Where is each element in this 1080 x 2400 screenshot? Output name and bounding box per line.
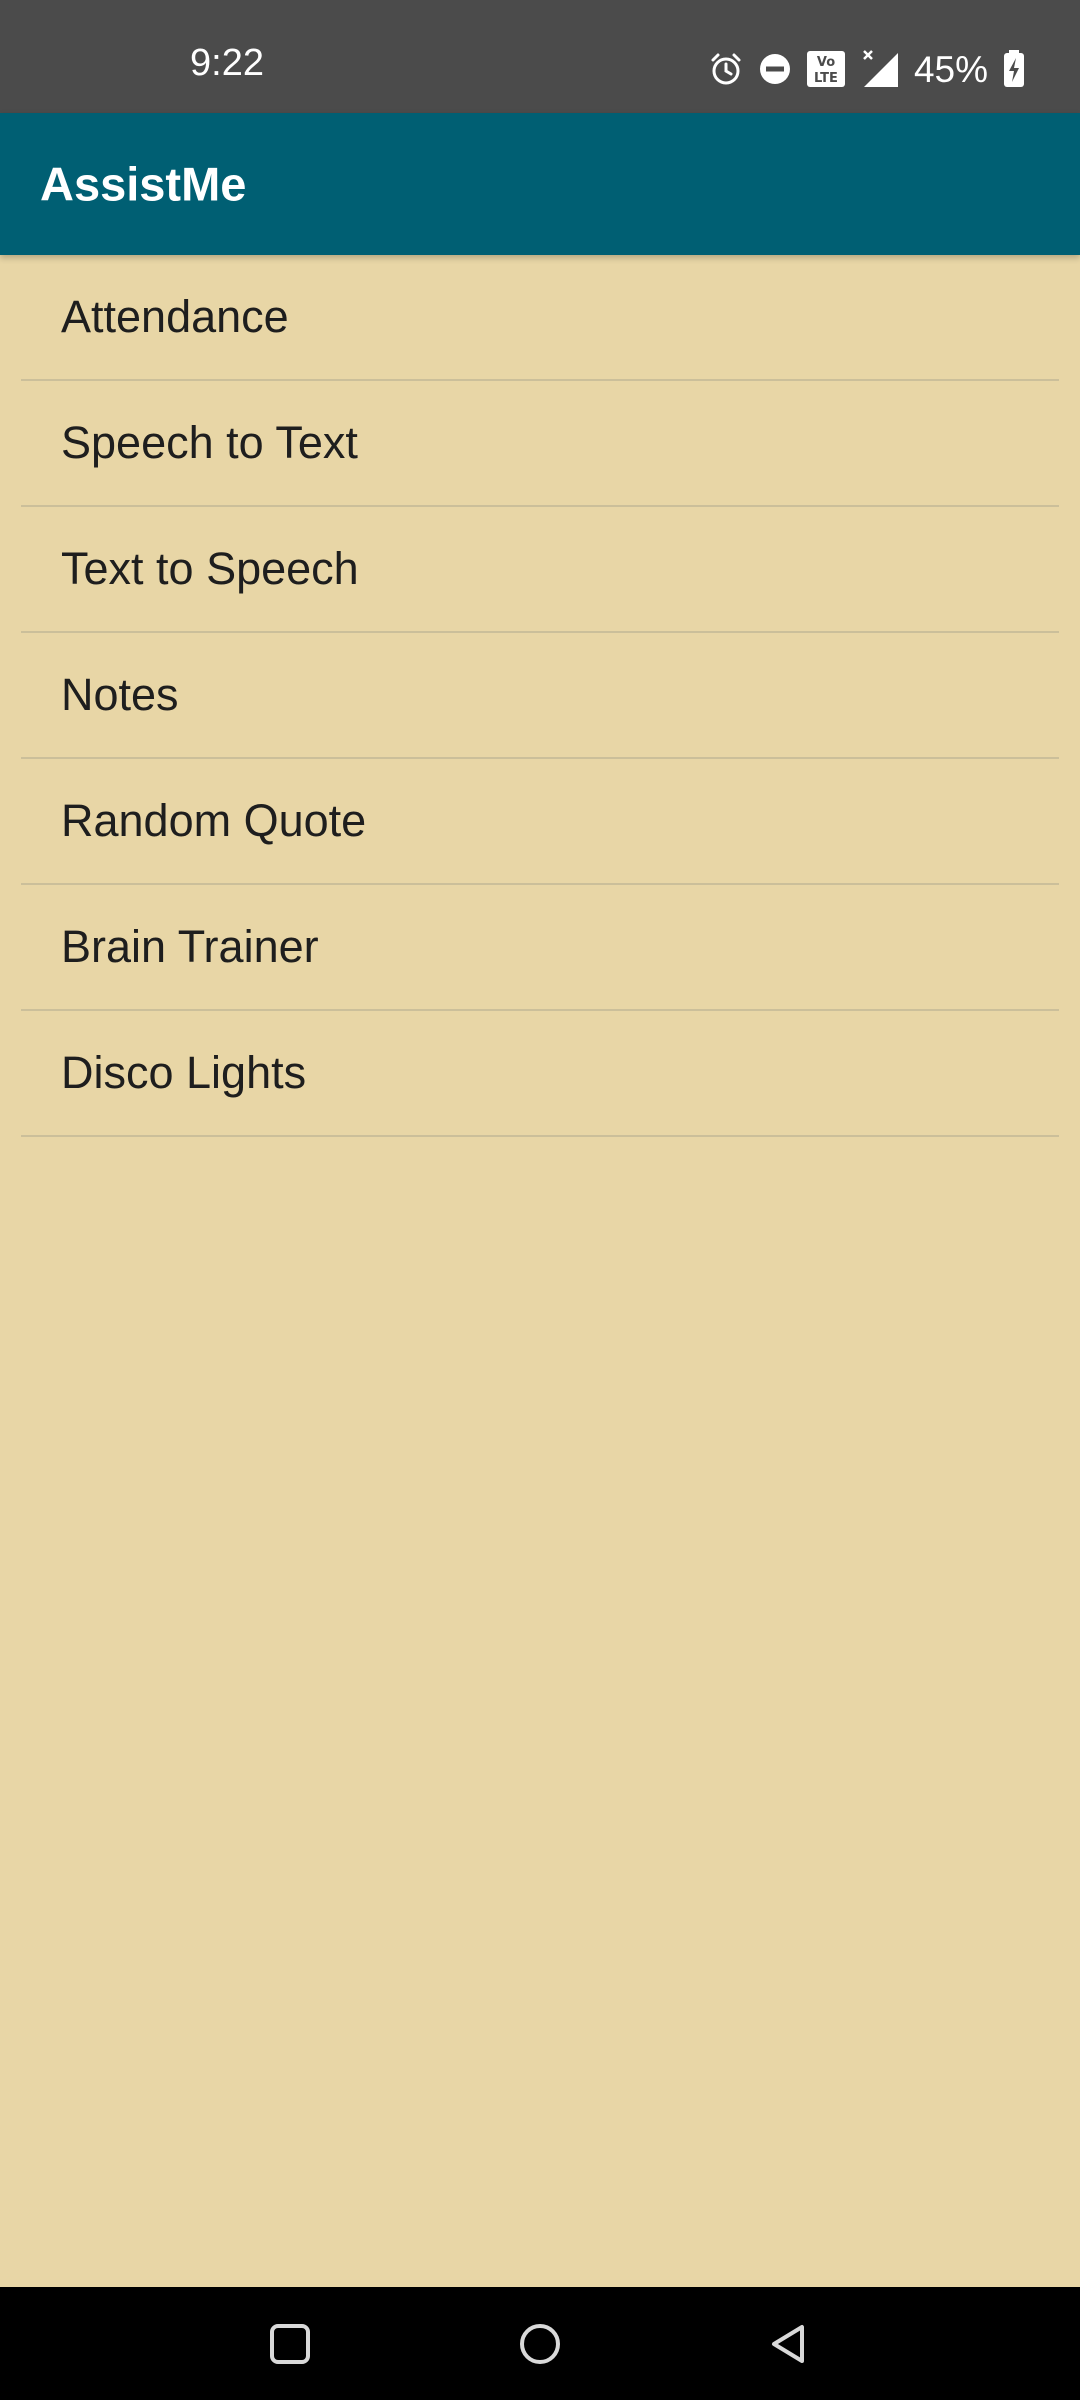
list-item-label: Attendance: [61, 291, 289, 342]
back-icon: [772, 2324, 804, 2363]
recents-icon: [270, 2323, 310, 2364]
list-item-label: Disco Lights: [61, 1047, 307, 1098]
list-item-text-to-speech[interactable]: Text to Speech: [21, 507, 1059, 633]
status-bar: 9:22 Vo LTE 45%: [0, 0, 1080, 113]
svg-text:Vo: Vo: [817, 55, 835, 70]
list-item-notes[interactable]: Notes: [21, 633, 1059, 759]
recents-button[interactable]: [260, 2314, 320, 2374]
list-item-speech-to-text[interactable]: Speech to Text: [21, 381, 1059, 507]
home-button[interactable]: [510, 2314, 570, 2374]
battery-charging-icon: [1002, 49, 1026, 89]
list-item-label: Text to Speech: [61, 543, 359, 594]
svg-text:LTE: LTE: [814, 71, 838, 86]
status-time: 9:22: [190, 42, 264, 84]
list-item-brain-trainer[interactable]: Brain Trainer: [21, 885, 1059, 1011]
list-item-label: Speech to Text: [61, 417, 358, 468]
list-item-disco-lights[interactable]: Disco Lights: [21, 1011, 1059, 1137]
list-item-label: Notes: [61, 669, 179, 720]
menu-list: Attendance Speech to Text Text to Speech…: [0, 255, 1080, 1137]
volte-icon: Vo LTE: [806, 50, 846, 88]
list-item-label: Brain Trainer: [61, 921, 319, 972]
list-item-attendance[interactable]: Attendance: [21, 255, 1059, 381]
app-bar: AssistMe: [0, 113, 1080, 255]
app-title: AssistMe: [40, 157, 247, 211]
list-item-random-quote[interactable]: Random Quote: [21, 759, 1059, 885]
signal-icon: [860, 49, 900, 89]
do-not-disturb-icon: [758, 52, 792, 86]
battery-percent: 45%: [913, 48, 988, 90]
list-item-label: Random Quote: [61, 795, 367, 846]
back-button[interactable]: [758, 2314, 818, 2374]
alarm-icon: [708, 51, 744, 87]
home-icon: [520, 2323, 560, 2364]
status-icons: Vo LTE 45%: [708, 48, 1026, 90]
navigation-bar: [0, 2287, 1080, 2400]
